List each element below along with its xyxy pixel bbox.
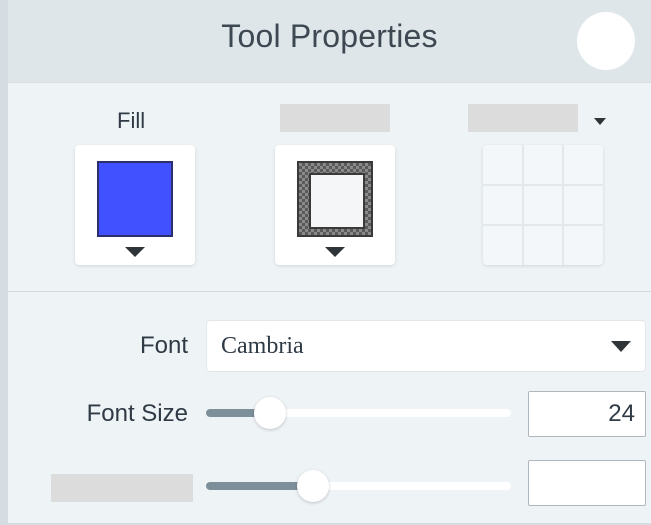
grid-cell — [483, 184, 523, 226]
grid-cell — [522, 225, 564, 265]
font-size-label: Font Size — [86, 400, 188, 427]
chevron-down-icon — [325, 247, 345, 257]
chevron-down-icon — [611, 341, 631, 352]
stroke-label-placeholder — [280, 104, 390, 132]
effect-label-placeholder — [468, 104, 578, 132]
grid-cell — [483, 145, 523, 185]
grid-cell — [522, 184, 564, 226]
fill-label: Fill — [117, 108, 146, 133]
font-size-slider[interactable] — [206, 397, 511, 429]
font-size-slider-handle[interactable] — [254, 397, 286, 429]
third-row-label-placeholder — [51, 474, 193, 502]
grid-cell — [563, 145, 603, 185]
section-divider — [8, 291, 651, 292]
tool-properties-panel: Tool Properties Fill Font Cambria Font S… — [0, 0, 651, 525]
stroke-inner-area — [309, 173, 365, 229]
effect-dropdown-caret-icon[interactable] — [594, 118, 606, 125]
font-label: Font — [139, 332, 188, 359]
panel-header: Tool Properties — [8, 0, 651, 82]
third-row-slider-handle[interactable] — [297, 470, 329, 502]
fill-color-button[interactable] — [75, 145, 195, 265]
third-row-input[interactable] — [528, 460, 646, 506]
grid-cell — [483, 225, 523, 265]
font-select[interactable]: Cambria — [206, 320, 646, 372]
third-row-slider[interactable] — [206, 470, 511, 502]
font-size-input[interactable]: 24 — [528, 391, 646, 437]
effect-grid-button[interactable] — [483, 145, 603, 265]
grid-cell — [563, 225, 603, 265]
panel-title: Tool Properties — [221, 18, 438, 54]
font-select-value: Cambria — [221, 333, 304, 359]
header-avatar-circle[interactable] — [577, 12, 635, 70]
fill-color-swatch — [97, 161, 173, 237]
stroke-color-button[interactable] — [275, 145, 395, 265]
grid-cell — [563, 184, 603, 226]
chevron-down-icon — [125, 247, 145, 257]
stroke-pattern-swatch — [297, 161, 373, 237]
grid-cell — [522, 145, 564, 185]
